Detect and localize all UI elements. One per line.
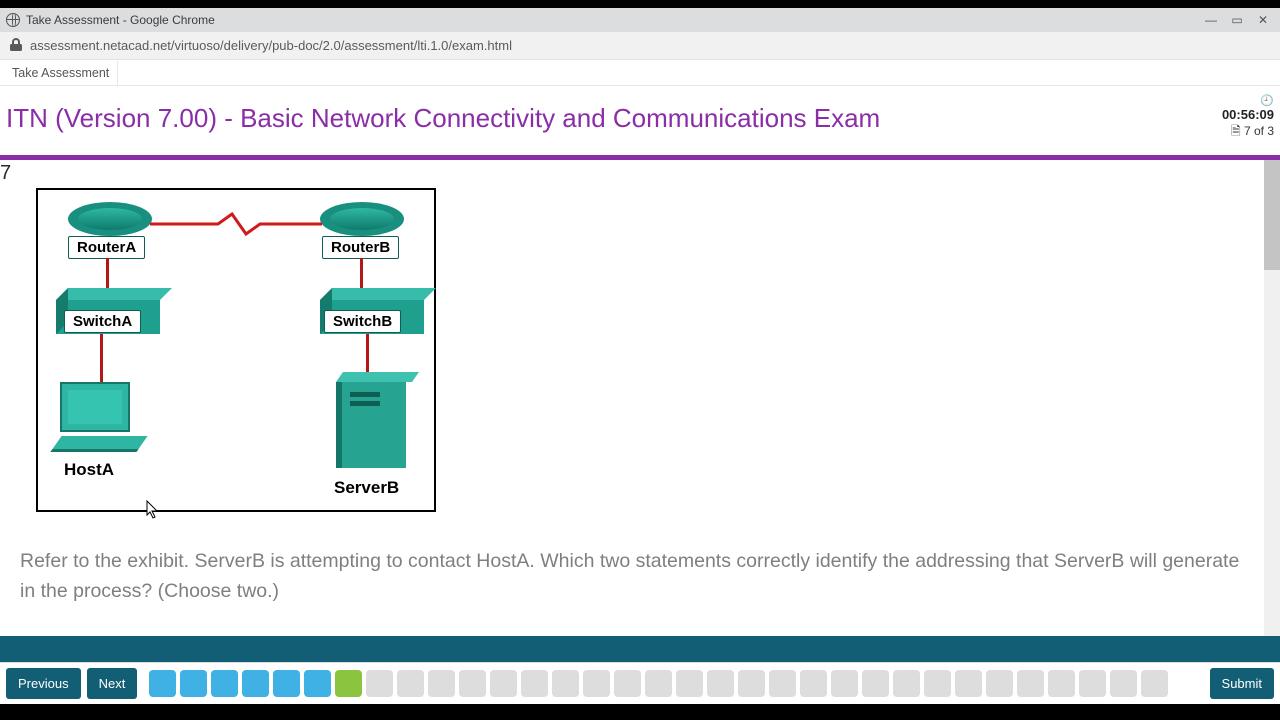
host-a-icon xyxy=(60,382,142,452)
link-sb-srv xyxy=(366,334,369,374)
router-a-icon: ✕ xyxy=(68,202,152,236)
close-button[interactable]: ✕ xyxy=(1252,10,1274,30)
link-rb-sb xyxy=(360,258,363,292)
url-text: assessment.netacad.net/virtuoso/delivery… xyxy=(30,38,512,53)
question-block-18[interactable] xyxy=(676,670,703,697)
switch-b-label: SwitchB xyxy=(324,310,401,333)
question-block-5[interactable] xyxy=(273,670,300,697)
switch-a-label: SwitchA xyxy=(64,310,141,333)
question-block-11[interactable] xyxy=(459,670,486,697)
question-block-16[interactable] xyxy=(614,670,641,697)
nav-bar: Previous Next Submit xyxy=(0,662,1280,704)
question-number: 7 xyxy=(0,162,11,185)
question-block-28[interactable] xyxy=(986,670,1013,697)
question-block-8[interactable] xyxy=(366,670,393,697)
question-block-15[interactable] xyxy=(583,670,610,697)
question-block-7[interactable] xyxy=(335,670,362,697)
question-block-9[interactable] xyxy=(397,670,424,697)
question-block-10[interactable] xyxy=(428,670,455,697)
globe-icon xyxy=(6,13,20,27)
question-block-12[interactable] xyxy=(490,670,517,697)
tab-take-assessment[interactable]: Take Assessment xyxy=(4,61,118,85)
question-block-22[interactable] xyxy=(800,670,827,697)
clock-icon: 🕘 xyxy=(1222,94,1274,107)
link-ra-sa xyxy=(106,258,109,292)
timer: 00:56:09 xyxy=(1222,107,1274,122)
question-block-4[interactable] xyxy=(242,670,269,697)
question-block-32[interactable] xyxy=(1110,670,1137,697)
exhibit-image: ✕ RouterA ✕ RouterB SwitchA SwitchB xyxy=(36,188,436,512)
question-block-14[interactable] xyxy=(552,670,579,697)
question-block-6[interactable] xyxy=(304,670,331,697)
server-b-icon xyxy=(336,382,406,468)
exam-stats: 🕘 00:56:09 🗎 7 of 3 xyxy=(1222,94,1274,143)
question-block-23[interactable] xyxy=(831,670,858,697)
mouse-cursor-icon xyxy=(146,500,160,520)
question-block-13[interactable] xyxy=(521,670,548,697)
link-sa-ha xyxy=(100,334,103,382)
question-block-19[interactable] xyxy=(707,670,734,697)
address-bar[interactable]: assessment.netacad.net/virtuoso/delivery… xyxy=(0,32,1280,60)
question-block-24[interactable] xyxy=(862,670,889,697)
next-button[interactable]: Next xyxy=(87,668,138,699)
router-b-label: RouterB xyxy=(322,236,399,259)
serial-link-icon xyxy=(150,212,322,236)
question-block-2[interactable] xyxy=(180,670,207,697)
question-block-33[interactable] xyxy=(1141,670,1168,697)
router-a-label: RouterA xyxy=(68,236,145,259)
maximize-button[interactable]: ▭ xyxy=(1226,10,1248,30)
question-block-31[interactable] xyxy=(1079,670,1106,697)
minimize-button[interactable]: — xyxy=(1200,10,1222,30)
router-b-icon: ✕ xyxy=(320,202,404,236)
question-block-3[interactable] xyxy=(211,670,238,697)
question-block-25[interactable] xyxy=(893,670,920,697)
server-b-label: ServerB xyxy=(334,478,399,498)
question-block-20[interactable] xyxy=(738,670,765,697)
question-block-21[interactable] xyxy=(769,670,796,697)
exam-header: ITN (Version 7.00) - Basic Network Conne… xyxy=(0,86,1280,155)
lock-icon xyxy=(10,38,22,54)
previous-button[interactable]: Previous xyxy=(6,668,81,699)
question-block-17[interactable] xyxy=(645,670,672,697)
page-tabs: Take Assessment xyxy=(0,60,1280,86)
question-block-27[interactable] xyxy=(955,670,982,697)
host-a-label: HostA xyxy=(64,460,114,480)
question-blocks xyxy=(149,670,1203,697)
progress-count: 🗎 7 of 3 xyxy=(1222,122,1274,143)
chrome-titlebar: Take Assessment - Google Chrome — ▭ ✕ xyxy=(0,8,1280,32)
question-text: Refer to the exhibit. ServerB is attempt… xyxy=(20,546,1240,606)
scrollbar-thumb[interactable] xyxy=(1264,160,1280,270)
question-block-29[interactable] xyxy=(1017,670,1044,697)
question-area: 7 ✕ RouterA ✕ RouterB SwitchA xyxy=(0,160,1280,636)
footer-bar xyxy=(0,636,1280,662)
submit-button[interactable]: Submit xyxy=(1210,668,1274,699)
exam-title: ITN (Version 7.00) - Basic Network Conne… xyxy=(6,103,1222,134)
question-block-26[interactable] xyxy=(924,670,951,697)
question-block-30[interactable] xyxy=(1048,670,1075,697)
window-title: Take Assessment - Google Chrome xyxy=(26,13,1196,27)
question-block-1[interactable] xyxy=(149,670,176,697)
